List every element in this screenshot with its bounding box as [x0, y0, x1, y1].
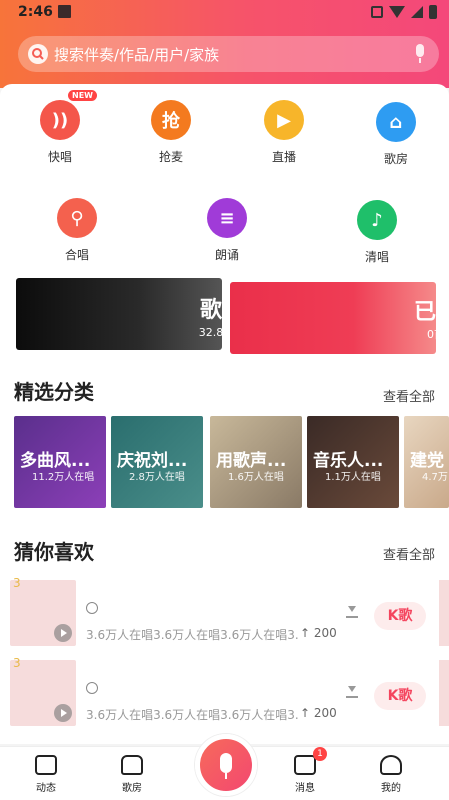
- status-time: 2:46: [18, 4, 53, 20]
- profile-icon: [380, 755, 402, 775]
- house-icon: ⌂: [376, 102, 416, 142]
- featured-view-all[interactable]: 查看全部: [383, 386, 435, 405]
- song-count: ↑ 200: [300, 706, 337, 720]
- list-item[interactable]: 3 3.6万人在唱3.6万人在唱3.6万人在唱3... ↑ 200 K歌: [10, 576, 449, 650]
- featured-item-sub: 1.6万人在唱: [228, 472, 284, 483]
- category-label: 抢麦: [158, 150, 183, 164]
- tab-room[interactable]: 歌房: [102, 755, 162, 794]
- banner-subtitle: 0首: [427, 328, 436, 341]
- download-icon[interactable]: [346, 684, 358, 698]
- featured-item-sub: 11.2万人在唱: [32, 472, 95, 483]
- mail-icon: [294, 755, 316, 775]
- category-label: 朗诵: [214, 248, 239, 262]
- category-room[interactable]: ⌂ 歌房: [356, 102, 436, 167]
- grab-mic-icon: 抢: [151, 100, 191, 140]
- category-label: 快唱: [47, 150, 72, 164]
- singer-banner[interactable]: 歌手 32.8万位: [16, 278, 222, 350]
- header: 2:46 搜索伴奏/作品/用户/家族: [0, 0, 449, 88]
- tab-messages[interactable]: 消息: [275, 755, 335, 794]
- rank-badge: 3: [13, 576, 21, 590]
- category-label: 清唱: [364, 250, 389, 264]
- featured-item-sub: 1.1万人在唱: [325, 472, 381, 483]
- rank-badge: 3: [13, 656, 21, 670]
- song-subtitle: 3.6万人在唱3.6万人在唱3.6万人在唱3...: [86, 708, 298, 722]
- document-icon: ≡: [207, 198, 247, 238]
- duet-mic-icon: ⚲: [57, 198, 97, 238]
- category-recite[interactable]: ≡ 朗诵: [187, 198, 267, 263]
- category-label: 直播: [271, 150, 296, 164]
- download-icon[interactable]: [346, 604, 358, 618]
- guess-title: 猜你喜欢: [14, 540, 94, 564]
- voice-search-icon[interactable]: [413, 44, 427, 64]
- ordered-banner[interactable]: 已点 0首: [230, 282, 436, 354]
- category-label: 歌房: [383, 152, 408, 166]
- play-icon[interactable]: [54, 624, 72, 642]
- signal-icon: [411, 6, 423, 18]
- feed-icon: [35, 755, 57, 775]
- mic-stand: [225, 773, 227, 779]
- notification-icon: [58, 5, 71, 18]
- banner-subtitle: 32.8万位: [198, 326, 222, 339]
- category-live[interactable]: ▶ 直播: [244, 100, 324, 165]
- vibrate-icon: [371, 6, 383, 18]
- featured-item-sub: 2.8万人在唱: [129, 472, 185, 483]
- search-input[interactable]: 搜索伴奏/作品/用户/家族: [54, 44, 219, 65]
- featured-item-sub: 4.7万: [422, 472, 448, 483]
- sing-button[interactable]: [195, 734, 257, 796]
- play-icon[interactable]: [54, 704, 72, 722]
- banner-title: 歌手: [199, 298, 222, 323]
- tab-profile[interactable]: 我的: [361, 755, 421, 794]
- banner-title: 已点: [413, 300, 436, 325]
- house-icon: [121, 755, 143, 775]
- search-bar[interactable]: 搜索伴奏/作品/用户/家族: [18, 36, 439, 72]
- category-qiangmai[interactable]: 抢 抢麦: [131, 100, 211, 165]
- search-icon: [28, 44, 48, 64]
- list-item[interactable]: 3 3.6万人在唱3.6万人在唱3.6万人在唱3... ↑ 200 K歌: [10, 656, 449, 730]
- featured-item[interactable]: 用歌声... 1.6万人在唱: [210, 416, 302, 508]
- tab-label: 我的: [381, 783, 401, 794]
- globe-icon: [86, 602, 98, 614]
- featured-title: 精选分类: [14, 380, 94, 404]
- new-badge: NEW: [68, 90, 97, 101]
- song-cover-edge: [439, 660, 449, 726]
- featured-item[interactable]: 多曲风... 11.2万人在唱: [14, 416, 106, 508]
- category-kuaichang[interactable]: )) NEW 快唱: [20, 90, 100, 165]
- mic-icon: [220, 753, 232, 773]
- battery-icon: [429, 5, 437, 19]
- featured-item[interactable]: 庆祝刘... 2.8万人在唱: [111, 416, 203, 508]
- tab-label: 动态: [36, 783, 56, 794]
- video-icon: ▶: [264, 100, 304, 140]
- category-acappella[interactable]: ♪ 清唱: [337, 200, 417, 265]
- globe-icon: [86, 682, 98, 694]
- karaoke-button[interactable]: K歌: [374, 602, 426, 630]
- song-count: ↑ 200: [300, 626, 337, 640]
- guess-view-all[interactable]: 查看全部: [383, 544, 435, 563]
- karaoke-button[interactable]: K歌: [374, 682, 426, 710]
- category-chorus[interactable]: ⚲ 合唱: [37, 198, 117, 263]
- featured-item[interactable]: 建党 4.7万: [404, 416, 449, 508]
- broadcast-icon: )): [40, 100, 80, 140]
- tab-label: 歌房: [122, 783, 142, 794]
- mic-icon: ♪: [357, 200, 397, 240]
- tab-feed[interactable]: 动态: [16, 755, 76, 794]
- status-bar: 2:46: [0, 0, 449, 26]
- message-count-badge: 1: [313, 747, 327, 761]
- category-label: 合唱: [64, 248, 89, 262]
- song-cover-edge: [439, 580, 449, 646]
- wifi-icon: [389, 6, 405, 18]
- featured-item[interactable]: 音乐人... 1.1万人在唱: [307, 416, 399, 508]
- system-icons: [371, 5, 437, 19]
- song-subtitle: 3.6万人在唱3.6万人在唱3.6万人在唱3...: [86, 628, 298, 642]
- tab-label: 消息: [295, 783, 315, 794]
